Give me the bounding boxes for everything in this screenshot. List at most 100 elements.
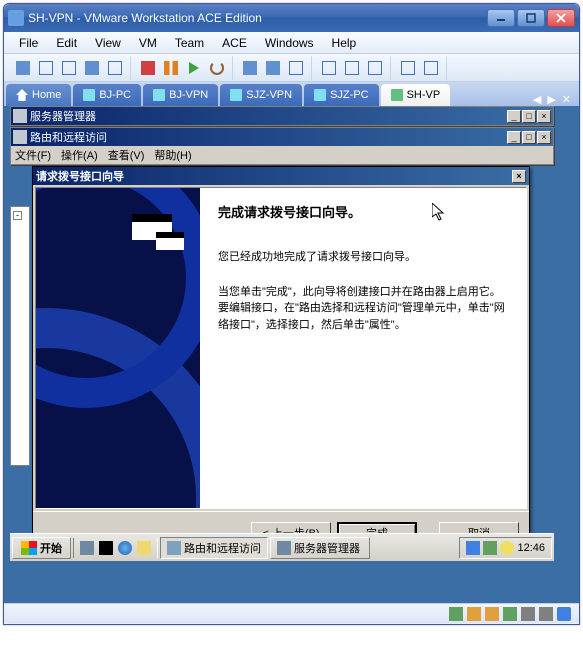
cursor-icon: [432, 203, 448, 223]
device-cd-icon[interactable]: [467, 607, 481, 621]
generic-icon: [401, 61, 415, 75]
device-usb-icon[interactable]: [521, 607, 535, 621]
wizard-title-text: 请求拨号接口向导: [36, 168, 512, 184]
routing-window[interactable]: 路由和远程访问 _ □ × 文件(F) 操作(A) 查看(V) 帮助(H): [10, 127, 554, 165]
start-button[interactable]: 开始: [12, 537, 71, 559]
power-off-button[interactable]: [137, 57, 159, 79]
clock[interactable]: 12:46: [517, 542, 545, 554]
generic-icon: [16, 61, 30, 75]
tree-collapse-icon[interactable]: -: [13, 211, 22, 220]
routing-icon: [167, 541, 181, 555]
fullscreen-icon: [345, 61, 359, 75]
server-manager-icon: [13, 109, 27, 123]
menu-windows[interactable]: Windows: [256, 34, 323, 52]
close-button[interactable]: ×: [537, 131, 551, 144]
menu-ace[interactable]: ACE: [213, 34, 256, 52]
routing-menubar: 文件(F) 操作(A) 查看(V) 帮助(H): [11, 146, 553, 164]
snapshot-button[interactable]: [239, 57, 261, 79]
menu-action[interactable]: 操作(A): [61, 147, 98, 163]
tab-vm[interactable]: SJZ-VPN: [220, 84, 302, 106]
tab-nav: ◀ ▶ ✕: [527, 93, 577, 106]
view-button[interactable]: [318, 57, 340, 79]
guest-desktop[interactable]: 服务器管理器 _ □ × 路由和远程访问 _ □ × 文件(F): [4, 106, 579, 603]
cmd-icon: [99, 541, 113, 555]
minimize-button[interactable]: _: [507, 110, 521, 123]
wizard-dialog: 请求拨号接口向导 × 完成请求拨号接口向导。 您已经成功地完成了请求拨号接口向导…: [32, 166, 530, 552]
wizard-titlebar[interactable]: 请求拨号接口向导 ×: [33, 167, 529, 185]
window-title: SH-VPN - VMware Workstation ACE Edition: [28, 11, 487, 25]
quick-launch: [73, 538, 158, 558]
close-button[interactable]: ×: [537, 110, 551, 123]
tab-vm[interactable]: BJ-VPN: [143, 84, 218, 106]
tray-icon: [466, 541, 480, 555]
taskbar-item-server[interactable]: 服务器管理器: [270, 537, 370, 559]
minimize-button[interactable]: _: [507, 131, 521, 144]
device-floppy-icon[interactable]: [485, 607, 499, 621]
vm-icon: [83, 89, 95, 101]
ql-ie[interactable]: [116, 538, 134, 558]
device-net-icon[interactable]: [503, 607, 517, 621]
menu-team[interactable]: Team: [166, 34, 213, 52]
titlebar[interactable]: SH-VPN - VMware Workstation ACE Edition: [4, 4, 579, 32]
menu-file[interactable]: File: [10, 34, 47, 52]
toolbar-btn[interactable]: [104, 57, 126, 79]
maximize-button[interactable]: □: [522, 131, 536, 144]
tray-icon: [483, 541, 497, 555]
menu-view[interactable]: 查看(V): [108, 147, 145, 163]
vm-icon: [153, 89, 165, 101]
tab-vm[interactable]: BJ-PC: [73, 84, 141, 106]
cycle-icon: [210, 61, 224, 75]
device-sound-icon[interactable]: [539, 607, 553, 621]
fullscreen-button[interactable]: [341, 57, 363, 79]
maximize-button[interactable]: □: [522, 110, 536, 123]
server-manager-window[interactable]: 服务器管理器 _ □ ×: [10, 106, 554, 126]
folder-icon: [137, 541, 151, 555]
tab-close[interactable]: ✕: [560, 93, 573, 106]
toolbar-btn[interactable]: [81, 57, 103, 79]
close-button[interactable]: [547, 9, 575, 27]
manage-button[interactable]: [285, 57, 307, 79]
menu-help[interactable]: 帮助(H): [154, 147, 191, 163]
menu-edit[interactable]: Edit: [47, 34, 86, 52]
toolbar-btn[interactable]: [12, 57, 34, 79]
menu-help[interactable]: Help: [323, 34, 366, 52]
vm-icon: [314, 89, 326, 101]
menubar: File Edit View VM Team ACE Windows Help: [4, 32, 579, 54]
suspend-button[interactable]: [160, 57, 182, 79]
device-hdd-icon[interactable]: [449, 607, 463, 621]
tab-scroll-left[interactable]: ◀: [531, 93, 543, 106]
manage-icon: [289, 61, 303, 75]
ql-cmd[interactable]: [97, 538, 115, 558]
taskbar-item-routing[interactable]: 路由和远程访问: [160, 537, 268, 559]
tab-vm-active[interactable]: SH-VP: [381, 84, 451, 106]
power-on-button[interactable]: [183, 57, 205, 79]
toolbar-btn[interactable]: [35, 57, 57, 79]
toolbar-btn[interactable]: [58, 57, 80, 79]
menu-vm[interactable]: VM: [130, 34, 166, 52]
minimize-button[interactable]: [487, 9, 515, 27]
menu-view[interactable]: View: [86, 34, 130, 52]
vmware-tools-icon[interactable]: [557, 607, 571, 621]
ql-server-manager[interactable]: [78, 538, 96, 558]
tab-scroll-right[interactable]: ▶: [545, 93, 557, 106]
tab-vm[interactable]: SJZ-PC: [304, 84, 379, 106]
ql-explorer[interactable]: [135, 538, 153, 558]
wizard-sidebar: [36, 188, 200, 508]
tree-panel[interactable]: -: [10, 206, 30, 466]
menu-file[interactable]: 文件(F): [15, 147, 51, 163]
revert-button[interactable]: [262, 57, 284, 79]
server-icon: [80, 541, 94, 555]
wizard-close-button[interactable]: ×: [512, 170, 526, 183]
reset-button[interactable]: [206, 57, 228, 79]
routing-icon: [13, 130, 27, 144]
pause-icon: [164, 61, 178, 75]
maximize-button[interactable]: [517, 9, 545, 27]
unity-button[interactable]: [364, 57, 386, 79]
system-tray[interactable]: 12:46: [459, 537, 552, 559]
toolbar-btn[interactable]: [397, 57, 419, 79]
toolbar-btn[interactable]: [420, 57, 442, 79]
routing-title: 路由和远程访问: [30, 129, 507, 145]
wizard-text-1: 您已经成功地完成了请求拨号接口向导。: [218, 249, 508, 266]
generic-icon: [85, 61, 99, 75]
tab-home[interactable]: Home: [6, 84, 71, 106]
